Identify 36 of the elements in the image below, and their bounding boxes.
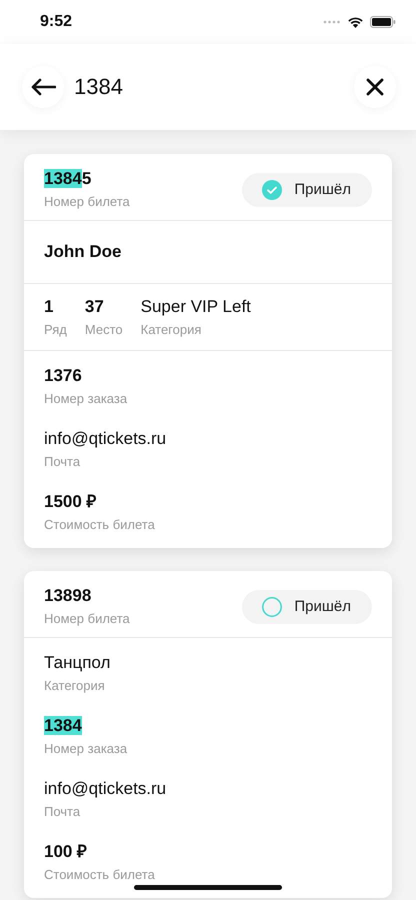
- field-label: Место: [84, 321, 123, 339]
- field-label: Стоимость билета: [44, 866, 155, 884]
- wifi-icon: [347, 16, 364, 28]
- field-label: Категория: [44, 677, 105, 695]
- signal-icon: [323, 20, 341, 24]
- field-value: 1384: [44, 715, 82, 737]
- field-label: Почта: [44, 453, 80, 471]
- field-label: Номер заказа: [44, 390, 128, 408]
- clear-button[interactable]: [354, 66, 396, 108]
- close-icon: [366, 78, 384, 96]
- back-button[interactable]: [22, 66, 64, 108]
- ticket-number: 13898: [44, 585, 92, 607]
- field-value: 1376: [44, 365, 82, 387]
- battery-icon: [370, 16, 396, 28]
- arrived-toggle[interactable]: Пришёл: [242, 590, 372, 624]
- field-value: Танцпол: [44, 652, 110, 674]
- field-value: info@qtickets.ru: [44, 428, 166, 450]
- arrived-toggle[interactable]: Пришёл: [242, 172, 372, 206]
- status-time: 9:52: [40, 13, 72, 31]
- field-label: Почта: [44, 803, 80, 821]
- ticket-number: 13845: [44, 168, 92, 190]
- field-value: 1500 ₽: [44, 491, 97, 513]
- field-value: 1: [44, 296, 54, 318]
- field-label: Номер билета: [44, 610, 130, 628]
- field-value: info@qtickets.ru: [44, 778, 166, 800]
- field-value: 100 ₽: [44, 841, 88, 863]
- field-value: 37: [84, 296, 104, 318]
- field-label: Номер заказа: [44, 740, 128, 758]
- field-label: Стоимость билета: [44, 516, 155, 534]
- customer-name: John Doe: [44, 241, 122, 263]
- field-label: Номер билета: [44, 193, 130, 211]
- field-label: Категория: [140, 321, 202, 339]
- search-bar[interactable]: 1384: [0, 44, 416, 130]
- field-label: Ряд: [44, 321, 67, 339]
- field-value: Super VIP Left: [140, 296, 251, 318]
- back-arrow-icon: [30, 78, 56, 96]
